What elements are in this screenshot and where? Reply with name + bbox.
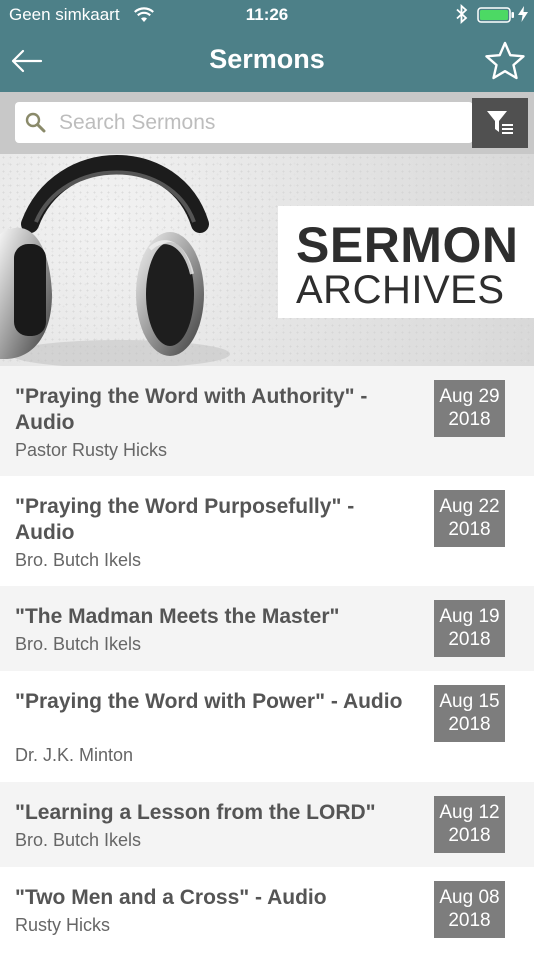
sermon-date-day: Aug 08 (439, 887, 500, 908)
sermon-date-badge: Aug 19 2018 (434, 600, 505, 657)
headphones-illustration (0, 155, 230, 366)
sermon-date-badge: Aug 22 2018 (434, 490, 505, 547)
sermon-list-item[interactable]: "Two Men and a Cross" - Audio Rusty Hick… (0, 867, 534, 960)
sermon-speaker: Bro. Butch Ikels (15, 634, 142, 654)
sermon-speaker: Dr. J.K. Minton (15, 745, 134, 765)
sermon-list: "Praying the Word with Authority" - Audi… (0, 366, 534, 960)
search-bar (0, 92, 534, 154)
sermon-date-day: Aug 22 (439, 496, 500, 517)
sermon-speaker: Pastor Rusty Hicks (15, 440, 168, 460)
sermon-date-year: 2018 (448, 714, 491, 735)
filter-icon (487, 111, 513, 134)
page-title: Sermons (209, 44, 325, 74)
sermon-title: "Praying the Word Purposefully" - Audio (15, 495, 355, 544)
sermon-date-badge: Aug 29 2018 (434, 380, 505, 437)
sermon-title: "Two Men and a Cross" - Audio (15, 886, 327, 909)
sermon-date-year: 2018 (448, 910, 491, 931)
sermon-speaker: Bro. Butch Ikels (15, 550, 142, 570)
status-bar: Geen simkaart 11:26 (0, 0, 534, 30)
sermon-date-day: Aug 15 (439, 691, 500, 712)
banner-title: SERMON (296, 217, 519, 273)
sermon-archives-banner: SERMON ARCHIVES (0, 154, 534, 366)
sermon-date-day: Aug 19 (439, 606, 500, 627)
sermon-list-item[interactable]: "Learning a Lesson from the LORD" Bro. B… (0, 782, 534, 867)
sermon-date-year: 2018 (448, 409, 491, 430)
search-box[interactable] (15, 102, 473, 143)
sermon-date-badge: Aug 12 2018 (434, 796, 505, 853)
sermon-title: "Learning a Lesson from the LORD" (15, 801, 376, 824)
sermon-title: "Praying the Word with Power" - Audio (15, 690, 403, 713)
bluetooth-icon (456, 4, 468, 24)
sermon-title: "Praying the Word with Authority" - Audi… (15, 385, 368, 434)
banner-subtitle: ARCHIVES (296, 268, 505, 312)
sermon-list-item[interactable]: "Praying the Word Purposefully" - Audio … (0, 476, 534, 586)
sermon-speaker: Rusty Hicks (15, 915, 111, 935)
sermon-title: "The Madman Meets the Master" (15, 605, 340, 628)
filter-button[interactable] (472, 98, 528, 148)
nav-bar: Sermons (0, 30, 534, 92)
sermon-date-day: Aug 29 (439, 386, 500, 407)
search-input[interactable] (57, 106, 461, 140)
sermon-list-item[interactable]: "Praying the Word with Authority" - Audi… (0, 366, 534, 476)
sermon-list-item[interactable]: "The Madman Meets the Master" Bro. Butch… (0, 586, 534, 671)
sermon-date-day: Aug 12 (439, 802, 500, 823)
sermon-list-item[interactable]: "Praying the Word with Power" - Audio Dr… (0, 671, 534, 782)
sermon-date-year: 2018 (448, 825, 491, 846)
search-icon (25, 112, 46, 133)
star-icon[interactable] (484, 40, 526, 82)
sermon-speaker: Bro. Butch Ikels (15, 830, 142, 850)
sermon-date-badge: Aug 08 2018 (434, 881, 505, 938)
sermon-date-year: 2018 (448, 519, 491, 540)
sermon-date-year: 2018 (448, 629, 491, 650)
charging-icon (518, 6, 528, 22)
battery-icon (477, 7, 514, 23)
status-time: 11:26 (245, 5, 289, 24)
sermon-date-badge: Aug 15 2018 (434, 685, 505, 742)
